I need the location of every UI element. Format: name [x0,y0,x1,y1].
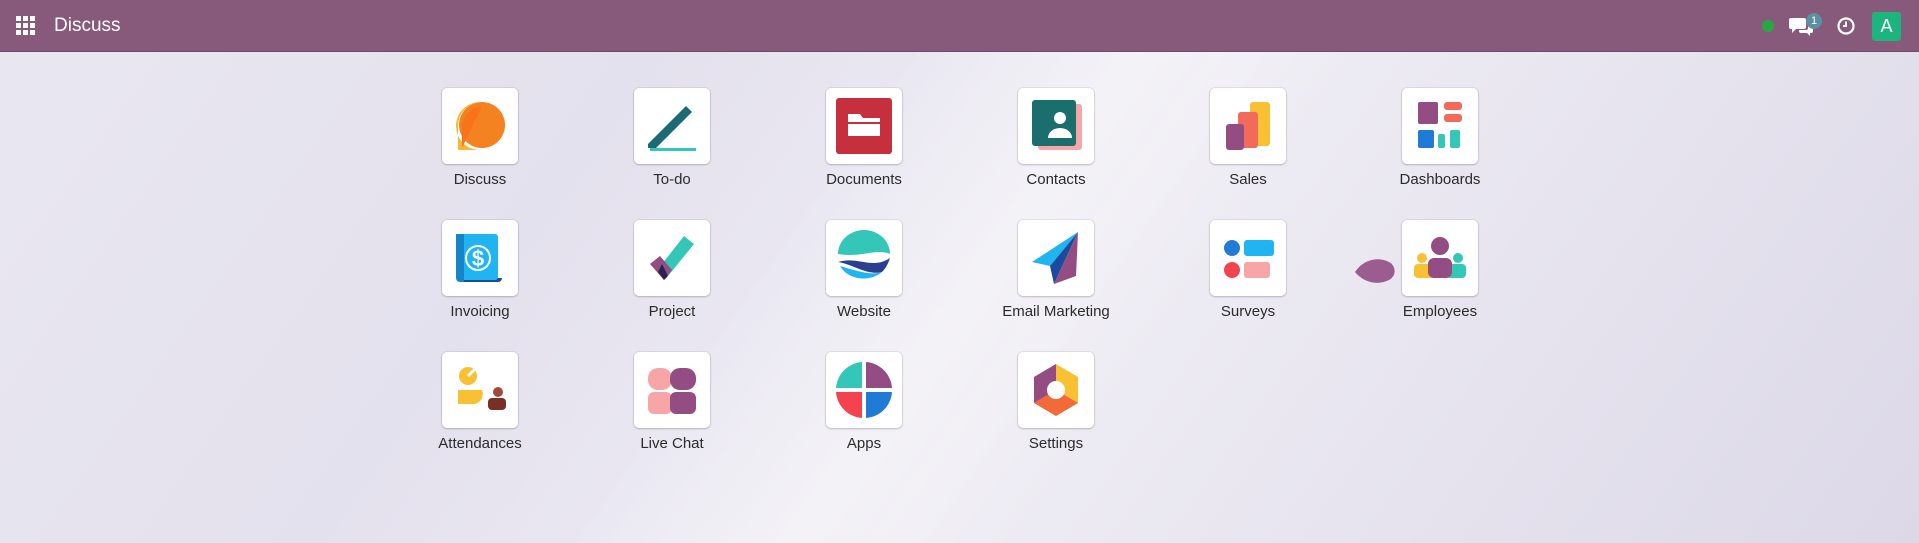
app-label: To-do [653,171,691,188]
app-tile-invoicing[interactable]: $ Invoicing [415,220,545,340]
message-count-badge: 1 [1806,13,1822,29]
app-label: Contacts [1026,171,1086,188]
app-label: Invoicing [450,303,510,320]
app-tile-live-chat[interactable]: Live Chat [607,352,737,472]
app-tile-website[interactable]: Website [799,220,929,340]
user-avatar[interactable]: A [1872,12,1901,41]
sales-icon [1210,88,1286,164]
activity-clock-icon[interactable] [1836,16,1856,36]
todo-icon [634,88,710,164]
employees-icon [1402,220,1478,296]
app-tile-project[interactable]: Project [607,220,737,340]
surveys-icon [1210,220,1286,296]
live-chat-icon [634,352,710,428]
app-label: Surveys [1220,303,1276,320]
app-label: Apps [846,435,882,452]
app-grid-menu-icon[interactable] [16,16,36,36]
app-tile-settings[interactable]: Settings [991,352,1121,472]
app-tile-surveys[interactable]: Surveys [1183,220,1313,340]
top-navbar: Discuss 1 A [0,0,1919,52]
invoicing-icon: $ [442,220,518,296]
background-decoration [0,52,1919,543]
app-tile-sales[interactable]: Sales [1183,88,1313,208]
app-label: Documents [826,171,902,188]
app-label: Attendances [438,435,522,452]
app-label: Website [837,303,891,320]
app-label: Employees [1402,303,1478,320]
email-marketing-icon [1018,220,1094,296]
dashboards-icon [1402,88,1478,164]
app-tile-todo[interactable]: To-do [607,88,737,208]
app-tile-documents[interactable]: Documents [799,88,929,208]
app-label: Sales [1229,171,1267,188]
app-label: Discuss [453,171,507,188]
app-label: Settings [1028,435,1084,452]
apps-icon [826,352,902,428]
contacts-icon [1018,88,1094,164]
app-label: Email Marketing [1002,303,1110,320]
app-label: Project [648,303,696,320]
discuss-icon [442,88,518,164]
app-tile-employees[interactable]: Employees [1375,220,1505,340]
current-app-title[interactable]: Discuss [54,15,121,37]
documents-icon [826,88,902,164]
app-tile-contacts[interactable]: Contacts [991,88,1121,208]
app-tile-dashboards[interactable]: Dashboards [1375,88,1505,208]
project-icon [634,220,710,296]
settings-icon [1018,352,1094,428]
svg-text:$: $ [472,246,484,271]
website-icon [826,220,902,296]
app-label: Dashboards [1399,171,1481,188]
attendances-icon [442,352,518,428]
app-tile-apps[interactable]: Apps [799,352,929,472]
app-tile-email-marketing[interactable]: Email Marketing [991,220,1121,340]
app-label: Live Chat [640,435,704,452]
presence-status-icon [1762,20,1774,32]
app-tile-attendances[interactable]: Attendances [415,352,545,472]
app-tile-discuss[interactable]: Discuss [415,88,545,208]
